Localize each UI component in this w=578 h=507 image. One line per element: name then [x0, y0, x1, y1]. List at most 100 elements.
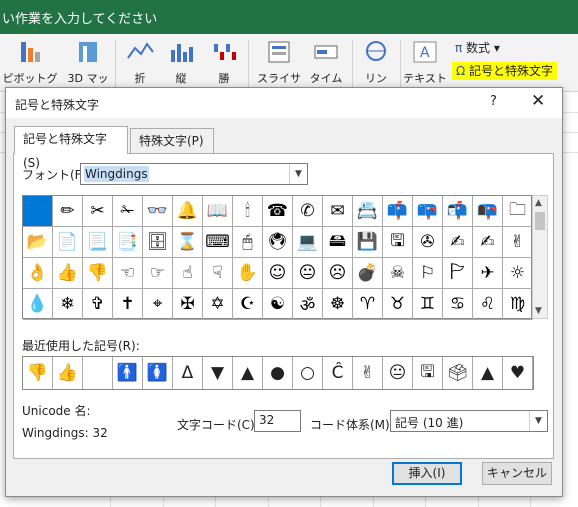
symbol-cell[interactable]: 🖲	[263, 227, 293, 258]
symbol-cell[interactable]: ☼	[503, 258, 533, 289]
symbol-cell[interactable]: 📭	[473, 196, 503, 227]
symbol-cell[interactable]: 💾	[353, 227, 383, 258]
tell-me-bar[interactable]: い作業を入力してください	[0, 0, 578, 34]
symbol-cell[interactable]: 📂	[23, 227, 53, 258]
symbol-cell[interactable]: ⌛	[173, 227, 203, 258]
recent-symbol-cell[interactable]: 😐	[383, 357, 413, 389]
recent-symbol-cell[interactable]: ▼	[203, 357, 233, 389]
symbol-cell[interactable]: ✇	[413, 227, 443, 258]
symbol-cell[interactable]: ✋	[233, 258, 263, 289]
symbol-cell[interactable]: 📃	[83, 227, 113, 258]
symbol-cell[interactable]: 📬	[443, 196, 473, 227]
symbol-cell[interactable]: 🔔	[173, 196, 203, 227]
recent-symbol-cell[interactable]: ▲	[233, 357, 263, 389]
equation-button[interactable]: π 数式 ▾	[455, 39, 500, 56]
symbol-cell[interactable]: ☜	[113, 258, 143, 289]
code-system-dropdown[interactable]: 記号 (10 進) ▼	[390, 410, 548, 432]
symbol-cell[interactable]: 💻	[293, 227, 323, 258]
symbol-cell[interactable]: ✈	[473, 258, 503, 289]
symbol-cell[interactable]: 😐	[293, 258, 323, 289]
symbol-cell[interactable]: 👌	[23, 258, 53, 289]
symbol-cell[interactable]: ✌	[503, 227, 533, 258]
scroll-up-icon[interactable]: ▲	[535, 198, 542, 208]
recent-symbol-cell[interactable]: ●	[263, 357, 293, 389]
cancel-button[interactable]: キャンセル	[482, 462, 552, 485]
symbol-cell[interactable]: 🕯	[233, 196, 263, 227]
recent-symbol-cell[interactable]: 👍	[53, 357, 83, 389]
symbol-cell[interactable]: ♉	[383, 289, 413, 320]
symbol-cell[interactable]: ❄	[53, 289, 83, 320]
symbol-cell[interactable]: ☸	[323, 289, 353, 320]
symbol-cell[interactable]: ♊	[413, 289, 443, 320]
symbol-cell[interactable]: ✍	[473, 227, 503, 258]
recent-symbols-grid[interactable]: 👎 👍 🚹 🚺 Δ ▼ ▲ ● ○ Ĉ ✌ 😐 🖫 🗳 ▲ ♥	[22, 356, 534, 390]
symbol-cell[interactable]: ✝	[113, 289, 143, 320]
symbol-cell[interactable]: ☹	[323, 258, 353, 289]
symbol-cell[interactable]: ✍	[443, 227, 473, 258]
symbol-cell[interactable]: ♌	[473, 289, 503, 320]
symbol-cell[interactable]: ✆	[293, 196, 323, 227]
tab-special-characters[interactable]: 特殊文字(P)	[130, 128, 214, 154]
3d-map-button[interactable]: 3D マッ	[66, 38, 110, 86]
sparkline-line-button[interactable]: 折	[124, 38, 156, 86]
recent-symbol-cell[interactable]: 👎	[23, 357, 53, 389]
timeline-button[interactable]: タイム	[308, 38, 344, 86]
symbol-cell[interactable]	[23, 196, 53, 227]
symbol-cell[interactable]: 👍	[53, 258, 83, 289]
recent-symbol-cell[interactable]: 🖫	[413, 357, 443, 389]
symbol-cell[interactable]: ♋	[443, 289, 473, 320]
symbol-cell[interactable]: ⌖	[143, 289, 173, 320]
sparkline-column-button[interactable]: 縦	[165, 38, 197, 86]
symbol-cell[interactable]: 📪	[413, 196, 443, 227]
symbol-cell[interactable]: ⌨	[203, 227, 233, 258]
symbol-grid[interactable]: ✏ ✂ ✁ 👓 🔔 📖 🕯 ☎ ✆ ✉ 📇 📫 📪 📬 📭 🗀 📂 📄 📃 📑 🗄 ⌛ ⌨ 🖱 🖲 💻 🖴 💾 🖫 ✇ ✍ ✍ ✌ 👌 👍 👎 ☜ ☞ ☝ ☟…	[22, 195, 533, 320]
symbol-cell[interactable]: ✏	[53, 196, 83, 227]
symbol-cell[interactable]: ☝	[173, 258, 203, 289]
recent-symbol-cell[interactable]: ✌	[353, 357, 383, 389]
recent-symbol-cell[interactable]: ▲	[473, 357, 503, 389]
symbol-cell[interactable]: ✁	[113, 196, 143, 227]
recent-symbol-cell[interactable]	[83, 357, 113, 389]
recent-symbol-cell[interactable]: Ĉ	[323, 357, 353, 389]
symbol-cell[interactable]: ☎	[263, 196, 293, 227]
chevron-down-icon[interactable]: ▼	[289, 164, 307, 184]
symbol-cell[interactable]: ✂	[83, 196, 113, 227]
scrollbar-thumb[interactable]	[535, 212, 545, 230]
symbol-cell[interactable]: ☟	[203, 258, 233, 289]
symbol-cell[interactable]: ♈	[353, 289, 383, 320]
symbol-cell[interactable]: ☯	[263, 289, 293, 320]
symbol-cell[interactable]: 🖴	[323, 227, 353, 258]
font-dropdown[interactable]: Wingdings ▼	[80, 163, 308, 185]
chevron-down-icon[interactable]: ▼	[529, 411, 547, 431]
symbol-cell[interactable]: ☞	[143, 258, 173, 289]
symbol-cell[interactable]: ☺	[263, 258, 293, 289]
symbol-cell[interactable]: 👓	[143, 196, 173, 227]
recent-symbol-cell[interactable]: 🗳	[443, 357, 473, 389]
symbol-cell[interactable]: ॐ	[293, 289, 323, 320]
symbol-cell[interactable]: 📫	[383, 196, 413, 227]
symbol-cell[interactable]: ☠	[383, 258, 413, 289]
symbol-cell[interactable]: ✡	[203, 289, 233, 320]
symbol-button[interactable]: Ω 記号と特殊文字	[452, 62, 557, 80]
sparkline-winloss-button[interactable]: 勝	[208, 38, 240, 86]
symbol-cell[interactable]: 📑	[113, 227, 143, 258]
recent-symbol-cell[interactable]: Δ	[173, 357, 203, 389]
help-button[interactable]: ?	[490, 94, 497, 109]
symbol-cell[interactable]: ✞	[83, 289, 113, 320]
tab-symbols[interactable]: 記号と特殊文字(S)	[14, 126, 128, 170]
scroll-down-icon[interactable]: ▼	[535, 306, 542, 316]
symbol-cell[interactable]: 🏱	[443, 258, 473, 289]
recent-symbol-cell[interactable]: ○	[293, 357, 323, 389]
symbol-cell[interactable]: 📇	[353, 196, 383, 227]
text-button[interactable]: A テキスト	[403, 38, 447, 86]
symbol-cell[interactable]: 🗄	[143, 227, 173, 258]
close-icon[interactable]: ✕	[531, 91, 545, 111]
insert-button[interactable]: 挿入(I)	[392, 462, 462, 485]
character-code-input[interactable]: 32	[254, 410, 301, 432]
symbol-cell[interactable]: 🖫	[383, 227, 413, 258]
symbol-cell[interactable]: ⚐	[413, 258, 443, 289]
symbol-cell[interactable]: ☪	[233, 289, 263, 320]
link-button[interactable]: リン	[357, 38, 395, 86]
symbol-cell[interactable]: 🖱	[233, 227, 263, 258]
symbol-cell[interactable]: 💣	[353, 258, 383, 289]
